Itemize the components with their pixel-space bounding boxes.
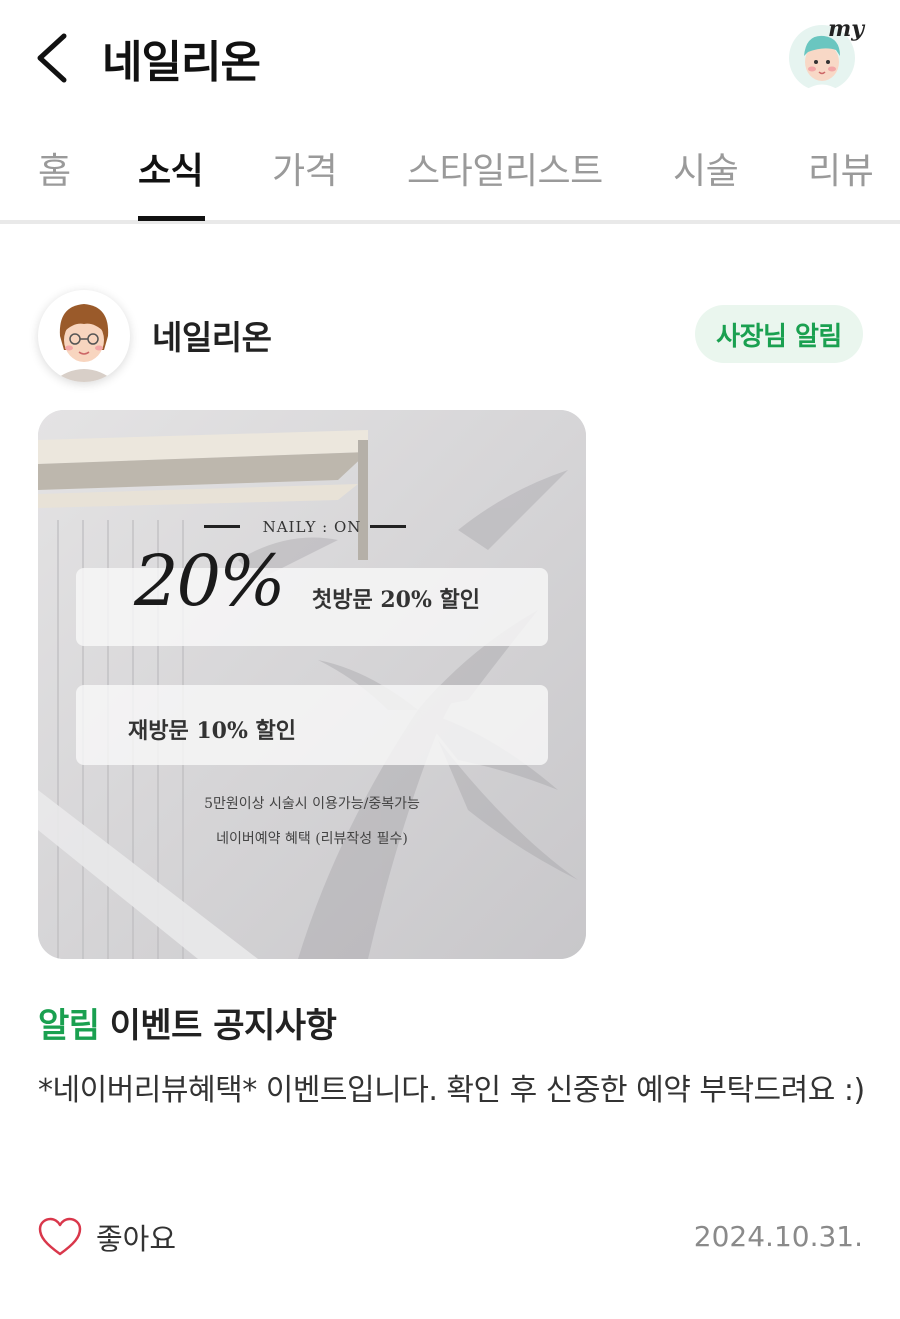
active-tab-indicator [138,216,205,221]
brand-line-right [370,525,406,528]
author-avatar[interactable] [38,290,130,382]
like-button[interactable]: 좋아요 [38,1212,176,1262]
owner-notice-badge: 사장님 알림 [695,305,863,363]
tab-price[interactable]: 가격 [272,142,338,194]
post-image[interactable]: NAILY : ON 20% 첫방문 20% 할인 재방문 10% 할인 5만원… [38,410,586,959]
big-percent-text: 20% [134,540,286,622]
tab-news[interactable]: 소식 [138,142,204,194]
app-header: 네일리온 my [0,0,900,115]
author-avatar-icon [40,292,128,382]
my-profile-button[interactable]: my [784,16,864,96]
image-note-2: 네이버예약 혜택 (리뷰작성 필수) [216,831,408,847]
tab-stylist[interactable]: 스타일리스트 [407,142,603,194]
post-title-tag: 알림 [38,1006,100,1046]
tab-home[interactable]: 홈 [38,142,71,194]
my-badge-label: my [828,16,865,42]
tab-review[interactable]: 리뷰 [808,142,874,194]
heart-icon [38,1217,82,1256]
tab-treatment[interactable]: 시술 [673,142,739,194]
like-label: 좋아요 [96,1222,177,1256]
post-title-text: 이벤트 공지사항 [109,1006,337,1046]
post-text: *네이버리뷰혜택* 이벤트입니다. 확인 후 신중한 예약 부탁드려요 :) [38,1073,865,1108]
tab-bar: 홈 소식 가격 스타일리스트 시술 리뷰 [0,120,900,224]
author-name[interactable]: 네일리온 [152,311,272,359]
first-visit-text: 첫방문 20% 할인 [312,587,481,613]
post-date: 2024.10.31. [693,1220,863,1253]
revisit-text: 재방문 10% 할인 [128,718,297,744]
image-brand-text: NAILY : ON [262,518,362,536]
post-title: 알림 이벤트 공지사항 [38,998,337,1047]
back-arrow-icon[interactable] [30,28,80,88]
page-title: 네일리온 [102,37,261,88]
image-note-1: 5만원이상 시술시 이용가능/중복가능 [204,796,420,812]
